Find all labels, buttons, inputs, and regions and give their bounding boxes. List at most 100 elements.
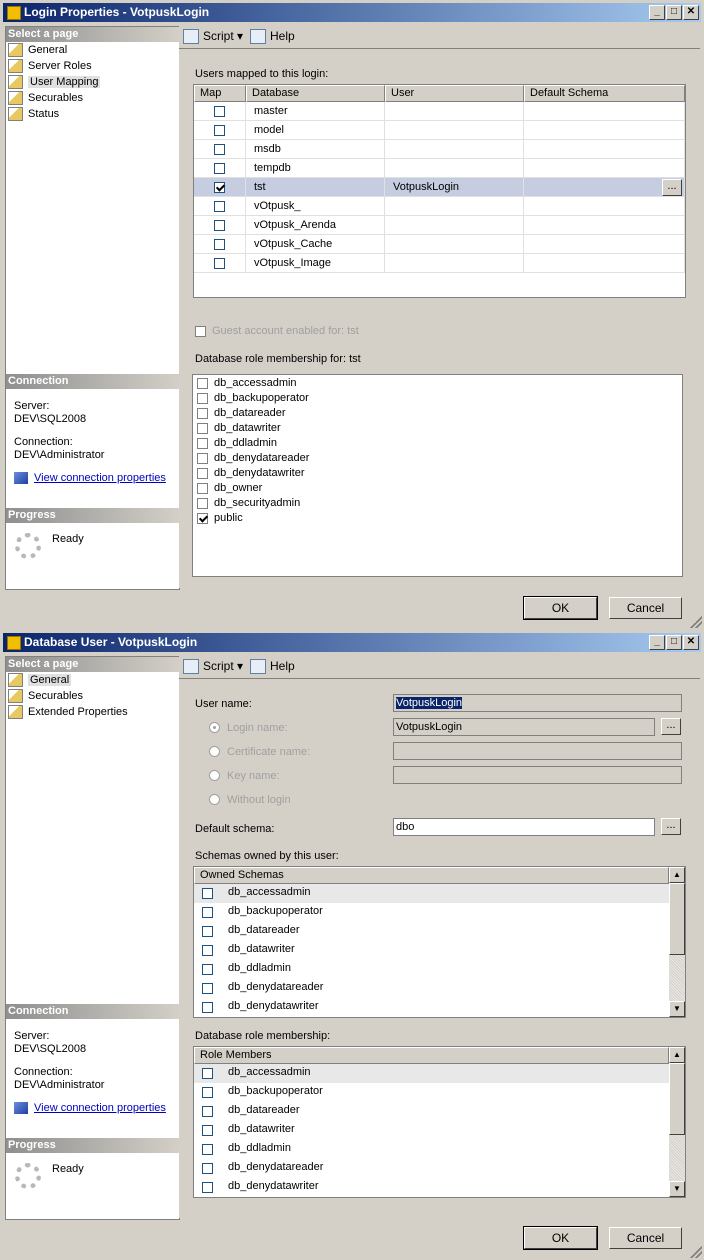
row-checkbox[interactable] [202, 945, 213, 956]
mapping-row[interactable]: tst VotpuskLogin... [194, 178, 685, 197]
cancel-button[interactable]: Cancel [609, 597, 682, 619]
script-button[interactable]: Script ▾ [183, 659, 243, 675]
mapping-row[interactable]: tempdb [194, 159, 685, 178]
role-checkbox[interactable] [197, 467, 208, 479]
row-checkbox[interactable] [202, 983, 213, 994]
page-item-extended-properties[interactable]: Extended Properties [8, 705, 128, 720]
map-checkbox[interactable] [194, 140, 246, 159]
maximize-button[interactable]: □ [666, 635, 682, 650]
ok-button[interactable]: OK [523, 596, 598, 620]
page-item-general[interactable]: General [8, 43, 67, 58]
role-checkbox[interactable] [197, 392, 208, 404]
page-item-user-mapping[interactable]: User Mapping [8, 75, 101, 90]
column-header-role-members[interactable]: Role Members [194, 1047, 669, 1064]
row-checkbox[interactable] [202, 1144, 213, 1155]
checkbox-row[interactable]: db_denydatawriter [194, 1178, 669, 1197]
page-item-status[interactable]: Status [8, 107, 59, 122]
close-button[interactable]: ✕ [683, 635, 699, 650]
close-button[interactable]: ✕ [683, 5, 699, 20]
script-button[interactable]: Script ▾ [183, 29, 243, 45]
role-checkbox[interactable] [197, 407, 208, 419]
view-connection-properties-link[interactable]: View connection properties [14, 1101, 166, 1115]
default-schema-field[interactable]: dbo [393, 818, 655, 836]
login-name-radio[interactable] [209, 722, 220, 733]
checkbox-row[interactable]: db_datareader [194, 1102, 669, 1121]
key-name-field[interactable] [393, 766, 682, 784]
map-checkbox[interactable] [194, 235, 246, 254]
help-button[interactable]: Help [250, 659, 295, 675]
mapping-row[interactable]: master [194, 102, 685, 121]
page-item-general[interactable]: General [8, 673, 72, 688]
role-list-item[interactable]: db_securityadmin [197, 496, 300, 511]
checkbox-row[interactable]: db_denydatawriter [194, 998, 669, 1017]
minimize-button[interactable]: _ [649, 5, 665, 20]
without-login-radio[interactable] [209, 794, 220, 805]
scroll-up-icon[interactable]: ▲ [669, 1047, 685, 1063]
role-checkbox[interactable] [197, 512, 208, 524]
role-checkbox[interactable] [197, 482, 208, 494]
user-name-field[interactable]: VotpuskLogin [393, 694, 682, 712]
help-button[interactable]: Help [250, 29, 295, 45]
role-list-item[interactable]: db_denydatareader [197, 451, 309, 466]
checkbox-row[interactable]: db_ddladmin [194, 1140, 669, 1159]
role-checkbox[interactable] [197, 377, 208, 389]
row-checkbox[interactable] [202, 1125, 213, 1136]
minimize-button[interactable]: _ [649, 635, 665, 650]
map-checkbox[interactable] [194, 197, 246, 216]
map-checkbox[interactable] [194, 102, 246, 121]
role-list-item[interactable]: db_denydatawriter [197, 466, 305, 481]
roles-scrollbar[interactable]: ▲ ▼ [669, 1047, 685, 1197]
role-list-item[interactable]: db_backupoperator [197, 391, 309, 406]
page-item-server-roles[interactable]: Server Roles [8, 59, 92, 74]
row-checkbox[interactable] [202, 1068, 213, 1079]
mapping-row[interactable]: vOtpusk_Image [194, 254, 685, 273]
mapping-row[interactable]: vOtpusk_Arenda [194, 216, 685, 235]
row-checkbox[interactable] [202, 1182, 213, 1193]
row-checkbox[interactable] [202, 888, 213, 899]
checkbox-row[interactable]: db_backupoperator [194, 903, 669, 922]
row-checkbox[interactable] [202, 1163, 213, 1174]
resize-grip-icon[interactable] [690, 1246, 702, 1258]
row-checkbox[interactable] [202, 1002, 213, 1013]
column-header-map[interactable]: Map [194, 85, 246, 102]
role-list-item[interactable]: db_owner [197, 481, 262, 496]
view-connection-properties-link[interactable]: View connection properties [14, 471, 166, 485]
map-checkbox[interactable] [194, 216, 246, 235]
mapping-row[interactable]: vOtpusk_ [194, 197, 685, 216]
role-checkbox[interactable] [197, 452, 208, 464]
page-item-securables[interactable]: Securables [8, 91, 83, 106]
maximize-button[interactable]: □ [666, 5, 682, 20]
checkbox-row[interactable]: db_denydatareader [194, 1159, 669, 1178]
role-checkbox[interactable] [197, 437, 208, 449]
checkbox-row[interactable]: db_datareader [194, 922, 669, 941]
column-header-default-schema[interactable]: Default Schema [524, 85, 685, 102]
row-checkbox[interactable] [202, 1106, 213, 1117]
resize-grip-icon[interactable] [690, 616, 702, 628]
mapping-row[interactable]: msdb [194, 140, 685, 159]
certificate-name-radio[interactable] [209, 746, 220, 757]
row-checkbox[interactable] [202, 1087, 213, 1098]
mapping-row[interactable]: model [194, 121, 685, 140]
role-checkbox[interactable] [197, 497, 208, 509]
cancel-button[interactable]: Cancel [609, 1227, 682, 1249]
column-header-owned-schemas[interactable]: Owned Schemas [194, 867, 669, 884]
mapping-row[interactable]: vOtpusk_Cache [194, 235, 685, 254]
checkbox-row[interactable]: db_backupoperator [194, 1083, 669, 1102]
checkbox-row[interactable]: db_accessadmin [194, 884, 669, 903]
certificate-name-field[interactable] [393, 742, 682, 760]
checkbox-row[interactable]: db_denydatareader [194, 979, 669, 998]
checkbox-row[interactable]: db_datawriter [194, 1121, 669, 1140]
guest-account-checkbox[interactable]: Guest account enabled for: tst [195, 325, 359, 338]
role-list-item[interactable]: db_datawriter [197, 421, 281, 436]
checkbox-row[interactable]: db_ddladmin [194, 960, 669, 979]
role-list-item[interactable]: db_ddladmin [197, 436, 277, 451]
row-checkbox[interactable] [202, 907, 213, 918]
login-name-browse-button[interactable]: ... [661, 718, 681, 735]
login-name-field[interactable]: VotpuskLogin [393, 718, 655, 736]
map-checkbox[interactable] [194, 159, 246, 178]
scroll-down-icon[interactable]: ▼ [669, 1001, 685, 1017]
row-checkbox[interactable] [202, 926, 213, 937]
key-name-radio[interactable] [209, 770, 220, 781]
row-checkbox[interactable] [202, 964, 213, 975]
role-list-item[interactable]: db_datareader [197, 406, 286, 421]
